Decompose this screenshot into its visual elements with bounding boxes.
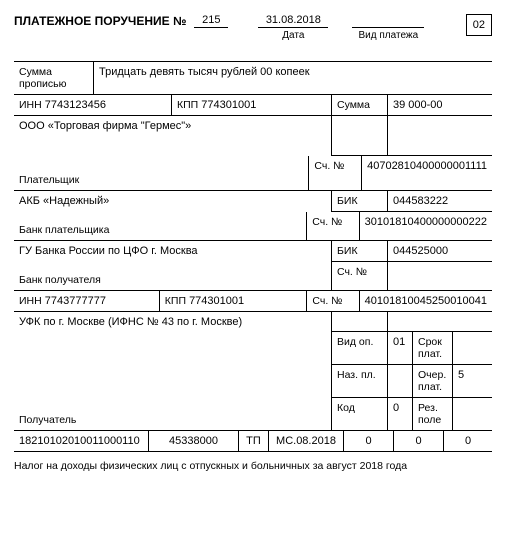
footer-f5: 0 [344, 431, 394, 451]
recip-label: Получатель [19, 414, 76, 426]
footer-f3: ТП [239, 431, 269, 451]
top-code: 02 [466, 14, 492, 36]
code-value: 0 [388, 398, 413, 430]
sum-words-label: Сумма прописью [14, 62, 94, 94]
payer-bank-acct-label: Сч. № [307, 212, 359, 240]
ocher-label: Очер. плат. [413, 365, 453, 397]
sum-words-value: Тридцать девять тысяч рублей 00 копеек [94, 62, 492, 94]
srok-value [453, 332, 492, 364]
rez-label: Рез. поле [413, 398, 453, 430]
payer-kpp-label: КПП [177, 99, 198, 111]
payer-bank-acct: 30101810400000000222 [360, 212, 492, 240]
rez-value [453, 398, 492, 430]
payer-kpp: 774301001 [201, 99, 256, 111]
vid-op: 01 [388, 332, 413, 364]
footer-f4: МС.08.2018 [269, 431, 344, 451]
recip-kpp: 774301001 [189, 295, 244, 307]
date-block: 31.08.2018 Дата [258, 14, 328, 41]
recip-inn: 7743777777 [45, 295, 106, 307]
header-row: ПЛАТЕЖНОЕ ПОРУЧЕНИЕ № 215 31.08.2018 Дат… [14, 14, 492, 41]
recip-bank-acct [388, 262, 492, 290]
date-value: 31.08.2018 [258, 14, 328, 28]
form-body: Сумма прописью Тридцать девять тысяч руб… [14, 61, 492, 452]
naz-pl [388, 365, 413, 397]
recip-acct-label: Сч. № [307, 291, 359, 311]
sum-label: Сумма [332, 95, 388, 115]
doc-title: ПЛАТЕЖНОЕ ПОРУЧЕНИЕ № [14, 14, 186, 28]
payer-name: ООО «Торговая фирма "Гермес"» [14, 116, 332, 156]
footer-f2: 45338000 [149, 431, 239, 451]
purpose-text: Налог на доходы физических лиц с отпускн… [14, 460, 492, 472]
footer-f7: 0 [444, 431, 492, 451]
payer-inn-label: ИНН [19, 99, 42, 111]
payer-acct: 40702810400000001111 [362, 156, 492, 190]
ocher-value: 5 [453, 365, 492, 397]
payer-bank-name: АКБ «Надежный» [14, 191, 332, 212]
paytype-label: Вид платежа [359, 30, 419, 41]
recip-bank-bic-label: БИК [332, 241, 388, 262]
payer-bank-label: Банк плательщика [19, 224, 109, 236]
paytype-value [352, 14, 424, 28]
srok-label: Срок плат. [413, 332, 453, 364]
payer-bank-bic: 044583222 [388, 191, 492, 212]
recip-inn-label: ИНН [19, 295, 42, 307]
footer-f1: 18210102010011000110 [14, 431, 149, 451]
payer-inn: 7743123456 [45, 99, 106, 111]
date-label: Дата [282, 30, 304, 41]
sum-value: 39 000-00 [388, 95, 492, 115]
recip-name: УФК по г. Москве (ИФНС № 43 по г. Москве… [14, 312, 332, 332]
paytype-block: Вид платежа [352, 14, 424, 41]
footer-f6: 0 [394, 431, 444, 451]
payer-label: Плательщик [19, 174, 79, 186]
payer-bank-bic-label: БИК [332, 191, 388, 212]
payer-acct-label: Сч. № [309, 156, 362, 190]
recip-bank-bic: 044525000 [388, 241, 492, 262]
vid-op-label: Вид оп. [332, 332, 388, 364]
doc-number: 215 [194, 14, 228, 28]
code-label: Код [332, 398, 388, 430]
recip-bank-label: Банк получателя [19, 274, 101, 286]
recip-acct: 40101810045250010041 [360, 291, 492, 311]
naz-pl-label: Наз. пл. [332, 365, 388, 397]
recip-kpp-label: КПП [165, 295, 186, 307]
recip-bank-acct-label: Сч. № [332, 262, 388, 290]
recip-bank-name: ГУ Банка России по ЦФО г. Москва [14, 241, 332, 262]
